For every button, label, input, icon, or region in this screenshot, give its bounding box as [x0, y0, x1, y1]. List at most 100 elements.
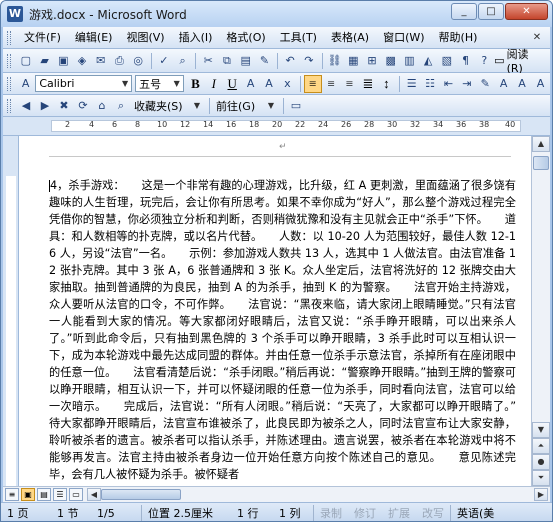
outline-view-icon[interactable]: ☰: [53, 488, 67, 501]
back-icon[interactable]: ◀: [17, 97, 35, 115]
help-icon[interactable]: ?: [475, 52, 493, 70]
browse-object-icon[interactable]: ●: [532, 454, 550, 470]
show-only-web-toolbar-icon[interactable]: ▭: [287, 97, 305, 115]
print-icon[interactable]: ⎙: [111, 52, 129, 70]
undo-icon[interactable]: ↶: [281, 52, 299, 70]
char-shading-icon[interactable]: A: [260, 75, 277, 93]
menu-edit[interactable]: 编辑(E): [68, 29, 120, 47]
drawing-icon[interactable]: ◭: [419, 52, 437, 70]
columns-icon[interactable]: ▥: [401, 52, 419, 70]
maximize-button[interactable]: □: [478, 3, 504, 20]
research-icon[interactable]: ⌕: [174, 52, 192, 70]
menu-insert[interactable]: 插入(I): [172, 29, 220, 47]
horizontal-scrollbar[interactable]: ≡ ▣ ▤ ☰ ▭ ◀ ▶: [3, 486, 550, 502]
menu-view[interactable]: 视图(V): [119, 29, 171, 47]
vertical-scrollbar[interactable]: ▲ ▼ ⏶ ● ⏷: [531, 136, 550, 486]
copy-icon[interactable]: ⧉: [218, 52, 236, 70]
toolbar-grip[interactable]: [7, 98, 11, 113]
menu-window[interactable]: 窗口(W): [376, 29, 431, 47]
insert-table-icon[interactable]: ⊞: [363, 52, 381, 70]
char-scale-icon[interactable]: x: [279, 75, 296, 93]
line-spacing-icon[interactable]: ↕: [378, 75, 395, 93]
new-document-icon[interactable]: ▢: [17, 52, 35, 70]
grow-font-icon[interactable]: A: [513, 75, 530, 93]
document-area[interactable]: ↵ 4，杀手游戏： 这是一个非常有趣的心理游戏，比升级，红 A 更刺激，里面蕴涵…: [19, 136, 531, 486]
horizontal-ruler[interactable]: 2 4 6 8 10 12 14 16 18 20 22 24 26 28 30…: [3, 117, 550, 136]
styles-icon[interactable]: A: [17, 75, 34, 93]
print-preview-icon[interactable]: ◎: [129, 52, 147, 70]
font-color-icon[interactable]: A: [495, 75, 512, 93]
previous-page-icon[interactable]: ⏶: [532, 438, 550, 454]
scroll-thumb[interactable]: [533, 156, 549, 170]
favorites-menu[interactable]: 收藏夹(S) ▼: [131, 97, 203, 114]
format-painter-icon[interactable]: ✎: [256, 52, 274, 70]
normal-view-icon[interactable]: ≡: [5, 488, 19, 501]
home-icon[interactable]: ⌂: [93, 97, 111, 115]
scroll-left-icon[interactable]: ◀: [87, 488, 101, 501]
hyperlink-icon[interactable]: ⛓: [326, 52, 344, 70]
close-button[interactable]: ✕: [505, 3, 548, 20]
menu-format[interactable]: 格式(O): [219, 29, 272, 47]
search-web-icon[interactable]: ⌕: [112, 97, 130, 115]
insert-excel-icon[interactable]: ▩: [382, 52, 400, 70]
status-track-changes[interactable]: 修订: [348, 505, 382, 521]
status-overtype[interactable]: 改写: [416, 505, 450, 521]
scroll-down-icon[interactable]: ▼: [532, 422, 550, 438]
bold-button[interactable]: B: [187, 75, 204, 93]
web-view-icon[interactable]: ▣: [21, 488, 35, 501]
toolbar-grip[interactable]: [7, 53, 11, 68]
spelling-icon[interactable]: ✓: [155, 52, 173, 70]
toolbar-grip[interactable]: [7, 30, 11, 45]
status-record[interactable]: 录制: [313, 505, 348, 521]
close-document-icon[interactable]: ✕: [530, 32, 544, 43]
distributed-icon[interactable]: ≣: [359, 75, 376, 93]
reading-view-icon[interactable]: ▭: [69, 488, 83, 501]
show-hide-icon[interactable]: ¶: [457, 52, 475, 70]
document-body[interactable]: 4，杀手游戏： 这是一个非常有趣的心理游戏，比升级，红 A 更刺激，里面蕴涵了很…: [49, 177, 531, 483]
cut-icon[interactable]: ✂: [199, 52, 217, 70]
refresh-icon[interactable]: ⟳: [74, 97, 92, 115]
menu-table[interactable]: 表格(A): [324, 29, 376, 47]
status-extend[interactable]: 扩展: [382, 505, 416, 521]
font-size-combo[interactable]: 五号 ▼: [135, 75, 184, 92]
align-center-icon[interactable]: ≡: [323, 75, 340, 93]
scroll-up-icon[interactable]: ▲: [532, 136, 550, 152]
increase-indent-icon[interactable]: ⇥: [458, 75, 475, 93]
redo-icon[interactable]: ↷: [300, 52, 318, 70]
menu-help[interactable]: 帮助(H): [432, 29, 485, 47]
font-name-combo[interactable]: Calibri ▼: [35, 75, 133, 92]
char-border-icon[interactable]: A: [242, 75, 259, 93]
next-page-icon[interactable]: ⏷: [532, 470, 550, 486]
minimize-button[interactable]: _: [451, 3, 477, 20]
email-icon[interactable]: ✉: [92, 52, 110, 70]
print-view-icon[interactable]: ▤: [37, 488, 51, 501]
highlight-icon[interactable]: ✎: [477, 75, 494, 93]
save-icon[interactable]: ▣: [54, 52, 72, 70]
goto-menu[interactable]: 前往(G) ▼: [213, 97, 277, 114]
status-language[interactable]: 英语(美: [450, 505, 500, 521]
italic-button[interactable]: I: [205, 75, 222, 93]
horizontal-scroll-thumb[interactable]: [101, 489, 181, 500]
forward-icon[interactable]: ▶: [36, 97, 54, 115]
read-button[interactable]: ▭ 阅读(R): [494, 46, 544, 75]
scroll-right-icon[interactable]: ▶: [534, 488, 548, 501]
align-right-icon[interactable]: ≡: [341, 75, 358, 93]
open-folder-icon[interactable]: ▰: [36, 52, 54, 70]
bullets-icon[interactable]: ☷: [421, 75, 438, 93]
document-map-icon[interactable]: ▧: [438, 52, 456, 70]
tables-borders-icon[interactable]: ▦: [344, 52, 362, 70]
stop-icon[interactable]: ✖: [55, 97, 73, 115]
decrease-indent-icon[interactable]: ⇤: [440, 75, 457, 93]
vertical-ruler[interactable]: [3, 136, 19, 486]
toolbar-grip[interactable]: [7, 76, 11, 91]
align-justify-icon[interactable]: ≡: [304, 74, 322, 93]
web-toolbar: ◀ ▶ ✖ ⟳ ⌂ ⌕ 收藏夹(S) ▼ 前往(G) ▼ ▭: [3, 95, 550, 117]
shrink-font-icon[interactable]: A: [532, 75, 549, 93]
menu-file[interactable]: 文件(F): [17, 29, 68, 47]
ruler-text-area: [6, 176, 16, 486]
numbering-icon[interactable]: ☰: [403, 75, 420, 93]
underline-button[interactable]: U: [224, 75, 241, 93]
paste-icon[interactable]: ▤: [237, 52, 255, 70]
menu-tools[interactable]: 工具(T): [273, 29, 324, 47]
permission-icon[interactable]: ◈: [73, 52, 91, 70]
